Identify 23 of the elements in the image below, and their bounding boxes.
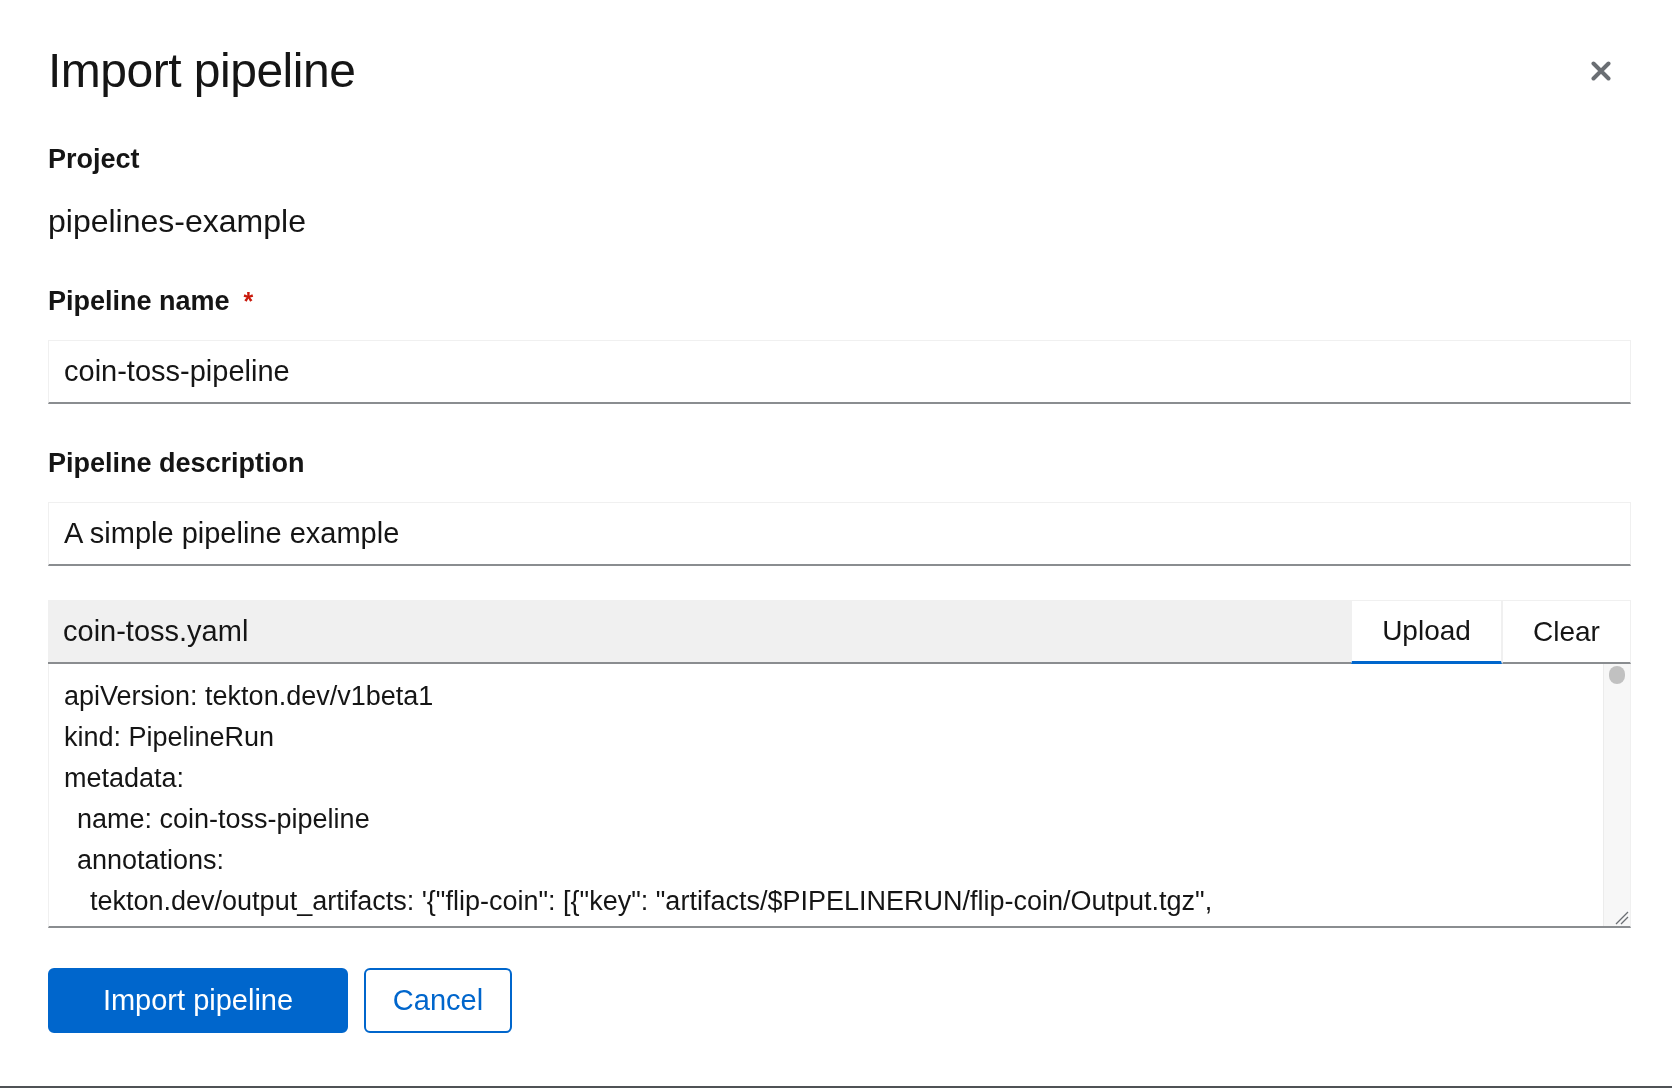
project-name: pipelines-example <box>48 202 306 240</box>
field-label: Pipeline description <box>48 447 305 479</box>
import-button[interactable]: Import pipeline <box>48 968 348 1033</box>
filename-field[interactable]: coin-toss.yaml <box>48 600 1351 664</box>
resize-grip-icon[interactable] <box>1615 911 1629 925</box>
file-action-button[interactable]: Upload <box>1351 600 1502 664</box>
scrollbar[interactable] <box>1603 664 1630 926</box>
code-line: metadata: <box>64 762 185 795</box>
dialog-title: Import pipeline <box>48 44 356 98</box>
code-line: kind: PipelineRun <box>64 721 275 754</box>
cancel-button[interactable]: Cancel <box>364 968 512 1033</box>
required-mark: * <box>243 286 254 317</box>
file-action-button[interactable]: Clear <box>1502 600 1631 664</box>
code-line: name: coin-toss-pipeline <box>77 803 370 836</box>
code-line: tekton.dev/output_artifacts: '{"flip-coin": [{"key": "artifacts/$PIPELINERUN/flip-coin/Output.tgz", <box>90 885 1213 918</box>
close-icon[interactable] <box>1591 61 1611 81</box>
pipeline-name-input[interactable]: coin-toss-pipeline <box>48 340 1631 404</box>
code-line: annotations: <box>77 844 225 877</box>
field-label: Pipeline name <box>48 285 230 317</box>
field-label: Project <box>48 143 140 175</box>
code-line: apiVersion: tekton.dev/v1beta1 <box>64 680 434 713</box>
pipeline-description-input[interactable]: A simple pipeline example <box>48 502 1631 566</box>
yaml-editor-field[interactable]: apiVersion: tekton.dev/v1beta1 kind: PipelineRun metadata: name: coin-toss-pipeline annotations: tekton.dev/output_artifacts: '{"flip-coin": [{"key": "artifacts/$PIPELINERUN/flip-coin/Output.tgz", <box>48 664 1631 928</box>
